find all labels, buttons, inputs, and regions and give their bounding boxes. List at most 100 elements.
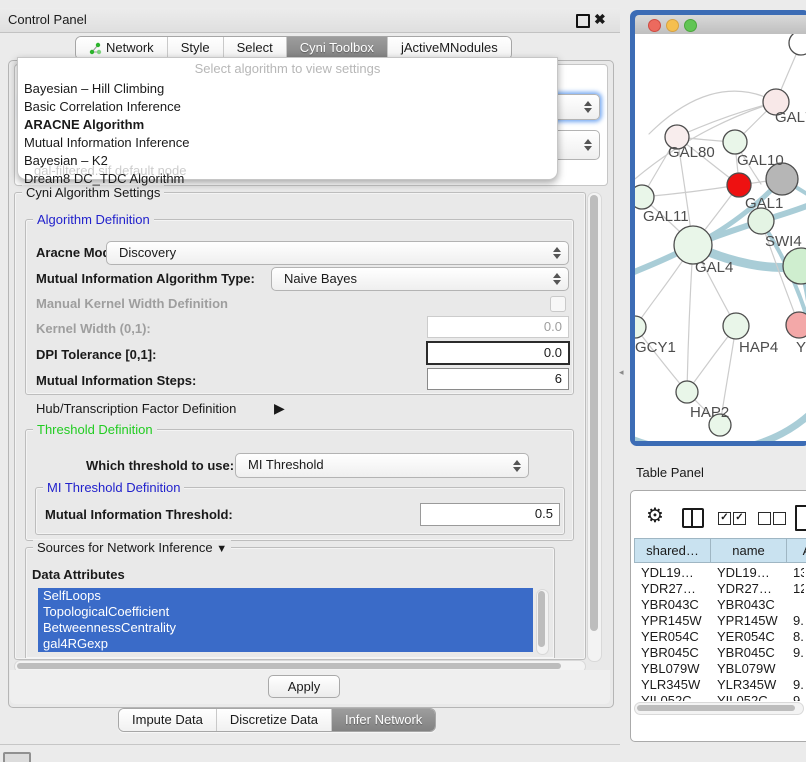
algorithm-definition-title: Algorithm Definition — [33, 212, 154, 227]
table-panel-title: Table Panel — [636, 465, 704, 480]
tab-discretize-data[interactable]: Discretize Data — [216, 709, 331, 731]
list-item-gal4rgexp[interactable]: gal4RGexp — [38, 636, 533, 652]
tab-select[interactable]: Select — [223, 37, 286, 59]
combobox-arrows-icon — [553, 273, 561, 285]
network-window-titlebar[interactable] — [635, 15, 806, 35]
mi-threshold-field[interactable]: 0.5 — [420, 503, 560, 526]
tab-infer-network[interactable]: Infer Network — [331, 709, 435, 731]
network-node-label: HAP4 — [739, 339, 778, 356]
network-node-label: SWI4 — [765, 233, 802, 250]
mi-threshold-definition-title: MI Threshold Definition — [43, 480, 184, 495]
attributes-list-scrollbar[interactable] — [536, 589, 549, 655]
close-traffic-light-icon[interactable] — [648, 19, 661, 32]
splitpane-collapse-icon[interactable]: ◂ — [619, 367, 624, 378]
control-panel-title: Control Panel — [8, 12, 87, 27]
page-icon[interactable] — [795, 505, 806, 531]
network-node-label: GAL11 — [643, 208, 689, 225]
network-node[interactable] — [723, 313, 749, 339]
dropdown-item-bayesian-hill-climbing[interactable]: Bayesian – Hill Climbing — [24, 80, 164, 98]
network-node[interactable] — [723, 130, 747, 154]
apply-button[interactable]: Apply — [268, 675, 340, 698]
network-node-label: GAL1 — [745, 195, 783, 212]
network-node-label: GAL7 — [775, 109, 806, 126]
combobox-arrows-icon — [584, 139, 592, 151]
close-icon[interactable]: ✖ — [594, 11, 606, 28]
aracne-mode-combobox[interactable]: Discovery — [106, 241, 569, 265]
network-node[interactable] — [635, 316, 646, 338]
unchecked-checkbox-icon[interactable] — [758, 512, 771, 525]
which-threshold-combobox[interactable]: MI Threshold — [235, 453, 529, 478]
network-node[interactable] — [786, 312, 806, 338]
network-canvas-svg: GAL7 GAL80 GAL10 GAL1 GAL11 SWI4 GAL4 GCY1 HAP4 Y… — [635, 34, 806, 441]
network-node[interactable] — [789, 34, 806, 55]
network-edge[interactable] — [642, 185, 739, 197]
mi-type-value: Naive Bayes — [284, 271, 357, 286]
dropdown-item-mutual-information[interactable]: Mutual Information Inference — [24, 134, 189, 152]
mi-type-combobox[interactable]: Naive Bayes — [271, 267, 569, 291]
column-header-shared[interactable]: shared… — [634, 538, 711, 563]
network-node-label: GAL10 — [737, 152, 784, 169]
hub-definition-label: Hub/Transcription Factor Definition — [36, 401, 236, 416]
column-header-a[interactable]: A — [786, 538, 806, 563]
dpi-tolerance-label: DPI Tolerance [0,1]: — [36, 347, 156, 362]
tab-network-label: Network — [106, 37, 154, 59]
column-header-name[interactable]: name — [710, 538, 787, 563]
network-node[interactable] — [676, 381, 698, 403]
which-threshold-value: MI Threshold — [248, 457, 324, 472]
dropdown-prompt: Select algorithm to view settings — [18, 61, 557, 76]
list-item-betweennesscentrality[interactable]: BetweennessCentrality — [38, 620, 533, 636]
zoom-traffic-light-icon[interactable] — [684, 19, 697, 32]
manual-kernel-label: Manual Kernel Width Definition — [36, 296, 228, 311]
manual-kernel-checkbox[interactable] — [550, 296, 566, 312]
checked-checkbox-icon[interactable]: ✓ — [718, 512, 731, 525]
list-item-topologicalcoefficient[interactable]: TopologicalCoefficient — [38, 604, 533, 620]
dropdown-item-aracne[interactable]: ARACNE Algorithm — [24, 116, 144, 134]
network-view-window: GAL7 GAL80 GAL10 GAL1 GAL11 SWI4 GAL4 GCY1 HAP4 Y… — [630, 10, 806, 446]
network-edge[interactable] — [635, 327, 687, 392]
threshold-definition-title: Threshold Definition — [33, 422, 157, 437]
which-threshold-label: Which threshold to use: — [86, 458, 234, 473]
app-root: Control Panel ✖ Network Style Select Cyn… — [0, 0, 806, 762]
combobox-arrows-icon — [553, 247, 561, 259]
list-item-selfloops[interactable]: SelfLoops — [38, 588, 533, 604]
gear-icon[interactable]: ⚙ — [646, 505, 664, 527]
tab-jactivemnodules[interactable]: jActiveMNodules — [387, 37, 511, 59]
data-attributes-label: Data Attributes — [32, 567, 125, 582]
tab-impute-data[interactable]: Impute Data — [119, 709, 216, 731]
control-panel-header — [0, 8, 620, 33]
control-panel-bottom-border — [0, 744, 620, 745]
network-canvas[interactable]: GAL7 GAL80 GAL10 GAL1 GAL11 SWI4 GAL4 GCY1 HAP4 Y… — [635, 34, 806, 441]
expand-right-icon[interactable]: ▶ — [274, 400, 285, 417]
tab-style[interactable]: Style — [167, 37, 223, 59]
tab-network[interactable]: Network — [76, 37, 167, 59]
combobox-arrows-icon — [584, 101, 592, 113]
mi-steps-label: Mutual Information Steps: — [36, 373, 196, 388]
algorithm-dropdown-popup: Select algorithm to view settings Bayesi… — [17, 57, 558, 180]
collapse-down-icon[interactable]: ▼ — [216, 543, 227, 555]
network-node[interactable] — [783, 248, 806, 284]
mi-steps-field[interactable]: 6 — [427, 368, 569, 390]
settings-vertical-scrollbar[interactable] — [587, 192, 602, 662]
minimize-traffic-light-icon[interactable] — [666, 19, 679, 32]
table-horizontal-scrollbar[interactable] — [634, 702, 804, 715]
kernel-width-label: Kernel Width (0,1): — [36, 321, 151, 336]
kernel-width-field[interactable]: 0.0 — [427, 316, 569, 338]
unchecked-checkbox-icon[interactable] — [773, 512, 786, 525]
float-window-icon[interactable] — [576, 14, 590, 28]
network-node-label: GCY1 — [635, 339, 676, 356]
tab-cyni-toolbox[interactable]: Cyni Toolbox — [286, 37, 387, 59]
bottom-left-button[interactable] — [3, 752, 31, 762]
split-columns-icon[interactable] — [682, 508, 704, 528]
network-edge[interactable] — [687, 245, 693, 392]
checked-checkbox-icon[interactable]: ✓ — [733, 512, 746, 525]
network-node-label: GAL4 — [695, 259, 733, 276]
mi-threshold-label: Mutual Information Threshold: — [45, 507, 233, 522]
dpi-tolerance-field[interactable]: 0.0 — [426, 341, 570, 365]
network-node-label: GAL80 — [668, 144, 715, 161]
dropdown-item-basic-correlation[interactable]: Basic Correlation Inference — [24, 98, 181, 116]
network-node[interactable] — [727, 173, 751, 197]
network-node-label: Y — [796, 339, 806, 356]
data-attributes-list: SelfLoops TopologicalCoefficient Between… — [38, 588, 533, 656]
network-node[interactable] — [635, 185, 654, 209]
network-node-label: HAP2 — [690, 404, 729, 421]
